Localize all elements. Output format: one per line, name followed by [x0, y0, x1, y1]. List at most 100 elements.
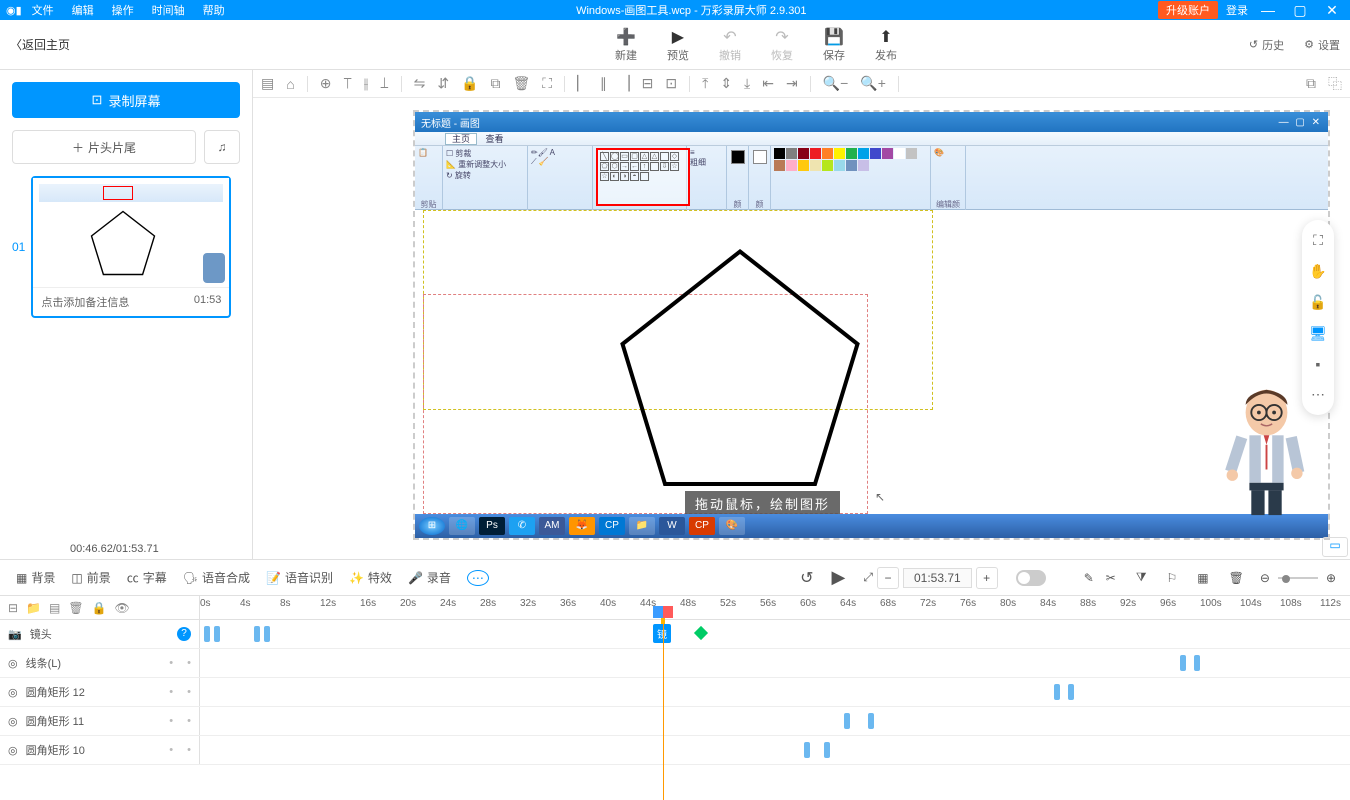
asr-button[interactable]: 📝语音识别	[260, 565, 339, 590]
clip[interactable]	[844, 713, 850, 729]
save-button[interactable]: 💾保存	[823, 27, 845, 63]
track-row[interactable]: 📷镜头?镜	[0, 620, 1350, 649]
zoom-in-timeline[interactable]: ⊕	[1326, 571, 1336, 585]
menu-edit[interactable]: 编辑	[72, 2, 94, 18]
expand-icon[interactable]: ⤢	[863, 570, 873, 585]
distribute-h-icon[interactable]: ⊟	[642, 75, 654, 92]
flip-v-icon[interactable]: ⇵	[437, 75, 449, 92]
clip[interactable]	[264, 626, 270, 642]
trash-track-icon[interactable]: 🗑	[68, 601, 83, 615]
effects-button[interactable]: ✨特效	[343, 565, 398, 590]
clone-icon[interactable]: ⧉	[1306, 75, 1316, 92]
copy-icon[interactable]: ⧉	[490, 75, 500, 92]
keyframe-diamond[interactable]	[694, 626, 708, 640]
redo-button[interactable]: ↷恢复	[771, 27, 793, 63]
more-button[interactable]: ⋯	[461, 566, 495, 590]
settings-button[interactable]: ⚙设置	[1304, 37, 1340, 53]
clip[interactable]	[1194, 655, 1200, 671]
menu-action[interactable]: 操作	[112, 2, 134, 18]
align-bottom-icon[interactable]: ⟘	[380, 75, 388, 92]
back-home-button[interactable]: 〈 返回主页	[10, 36, 263, 53]
track-row[interactable]: ◎圆角矩形 12••	[0, 678, 1350, 707]
valign-top-icon[interactable]: ⤒	[702, 75, 708, 92]
clip[interactable]	[1180, 655, 1186, 671]
preview-mode-icon[interactable]: ▭	[1322, 537, 1348, 557]
menu-file[interactable]: 文件	[32, 2, 54, 18]
valign-mid-icon[interactable]: ⇕	[720, 75, 732, 92]
duplicate-icon[interactable]: ⿻	[1328, 74, 1342, 94]
help-icon[interactable]: ?	[177, 627, 191, 641]
align-vcenter-icon[interactable]: ⫲	[364, 75, 369, 92]
valign-bot-icon[interactable]: ⤓	[744, 75, 750, 92]
track-content[interactable]	[200, 678, 1350, 706]
time-increase[interactable]: +	[976, 567, 998, 589]
audio-record-button[interactable]: 🎤录音	[402, 565, 457, 590]
maximize-button[interactable]: ▢	[1288, 2, 1312, 19]
publish-button[interactable]: ⬆发布	[875, 27, 897, 63]
slide-note[interactable]: 点击添加备注信息	[41, 294, 129, 310]
replay-icon[interactable]: ↺	[800, 568, 813, 588]
background-button[interactable]: ▦背景	[10, 565, 61, 590]
filter-icon[interactable]: ⧩	[1136, 570, 1147, 585]
halign-left-icon[interactable]: ⇤	[762, 75, 774, 92]
crop-icon[interactable]: ⛶	[542, 75, 552, 92]
unlock-icon[interactable]: 🔓	[1309, 294, 1326, 311]
track-row[interactable]: ◎圆角矩形 10••	[0, 736, 1350, 765]
menu-timeline[interactable]: 时间轴	[152, 2, 185, 18]
desktop-icon[interactable]: 🖥	[1309, 325, 1327, 342]
more-icon[interactable]: ⋯	[1311, 386, 1325, 403]
marker-icon[interactable]: ⚐	[1167, 571, 1178, 585]
track-row[interactable]: ◎线条(L)••	[0, 649, 1350, 678]
upgrade-button[interactable]: 升级账户	[1158, 1, 1218, 19]
visibility-icon[interactable]: 👁	[115, 601, 130, 615]
layer-icon[interactable]: ▤	[261, 75, 274, 92]
intro-outro-button[interactable]: ＋ 片头片尾	[12, 130, 196, 164]
paint-canvas[interactable]: ↖ 拖动鼠标，绘制图形	[415, 210, 1328, 518]
music-button[interactable]: ♫	[204, 130, 240, 164]
align-left-icon[interactable]: ▏	[577, 75, 588, 92]
new-button[interactable]: ➕新建	[615, 27, 637, 63]
lock-icon[interactable]: 🔒	[461, 75, 478, 92]
fullscreen-icon[interactable]: ⛶	[1313, 232, 1323, 249]
delete-icon[interactable]: 🗑	[512, 75, 530, 92]
align-right-icon[interactable]: ▕	[619, 75, 630, 92]
lens-marker[interactable]: 镜	[653, 624, 671, 643]
folder-icon[interactable]: 📁	[26, 601, 41, 615]
close-button[interactable]: ✕	[1320, 2, 1344, 19]
zoom-in-icon[interactable]: 🔍+	[860, 75, 886, 92]
clip[interactable]	[1054, 684, 1060, 700]
zoom-out-timeline[interactable]: ⊖	[1260, 571, 1270, 585]
track-content[interactable]	[200, 649, 1350, 677]
align-top-icon[interactable]: ⟙	[343, 75, 351, 92]
trash-icon[interactable]: 🗑	[1229, 571, 1244, 585]
play-button[interactable]: ▶	[832, 567, 846, 588]
paint-color-palette[interactable]	[774, 148, 924, 171]
layers-icon[interactable]: ▤	[49, 601, 60, 615]
track-row[interactable]: ◎圆角矩形 11••	[0, 707, 1350, 736]
login-button[interactable]: 登录	[1226, 2, 1248, 18]
zoom-slider[interactable]	[1278, 577, 1318, 579]
edit-icon[interactable]: ✎	[1084, 571, 1094, 585]
track-content[interactable]	[200, 736, 1350, 764]
mobile-icon[interactable]: ▪	[1316, 356, 1321, 372]
grid-icon[interactable]: ▦	[1197, 571, 1208, 585]
hand-icon[interactable]: ✋	[1309, 263, 1326, 280]
clip[interactable]	[204, 626, 210, 642]
home-icon[interactable]: ⌂	[286, 76, 294, 92]
align-center-icon[interactable]: ∥	[600, 75, 607, 92]
menu-help[interactable]: 帮助	[203, 2, 225, 18]
record-screen-button[interactable]: ⊡ 录制屏幕	[12, 82, 240, 118]
slide-thumbnail[interactable]: 点击添加备注信息 01:53	[31, 176, 231, 318]
history-button[interactable]: ↺历史	[1249, 37, 1284, 53]
clip[interactable]	[804, 742, 810, 758]
paint-window[interactable]: 无标题 - 画图 — ▢ ✕ 主页 查看 📋剪贴板 ☐ 剪裁📐 重新调整大小↻ …	[413, 110, 1330, 540]
collapse-icon[interactable]: ⊟	[8, 601, 18, 615]
clip[interactable]	[214, 626, 220, 642]
snap-toggle[interactable]	[1016, 570, 1046, 586]
preview-button[interactable]: ▶预览	[667, 27, 689, 63]
track-content[interactable]	[200, 707, 1350, 735]
minimize-button[interactable]: —	[1256, 2, 1280, 18]
distribute-v-icon[interactable]: ⊡	[665, 75, 677, 92]
playhead[interactable]	[663, 620, 664, 800]
cut-icon[interactable]: ✂	[1106, 571, 1116, 585]
